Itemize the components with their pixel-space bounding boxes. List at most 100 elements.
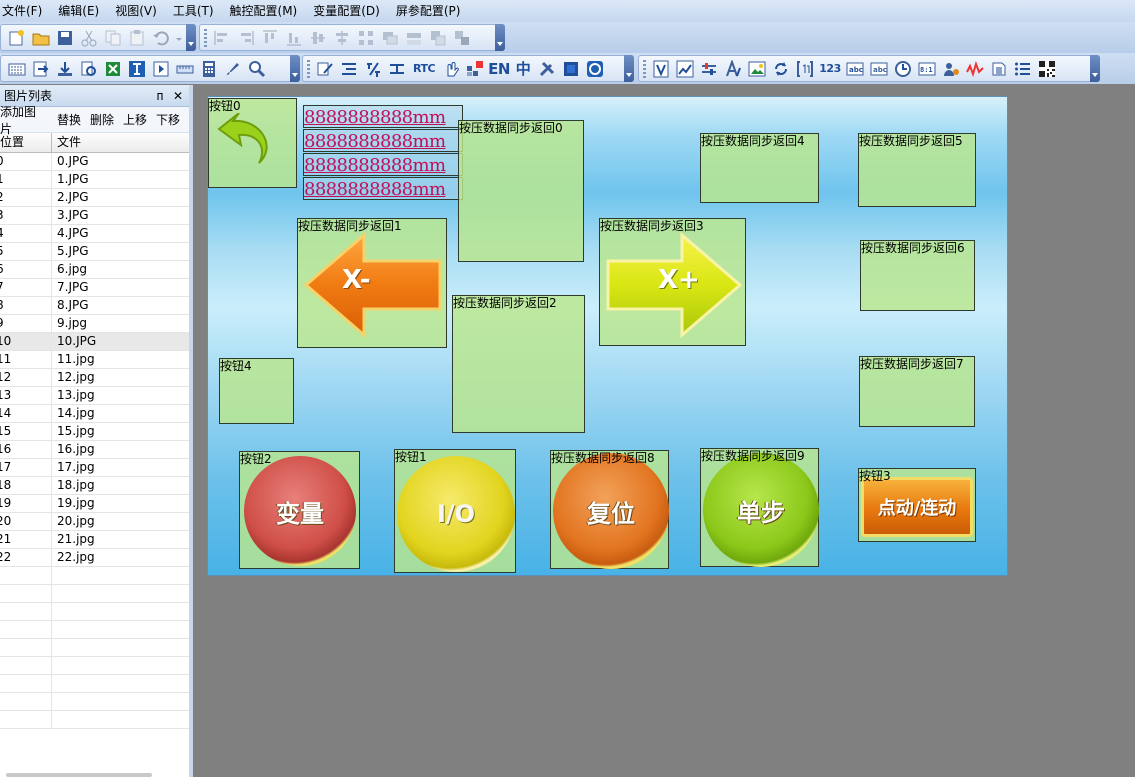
keyboard-icon[interactable]	[7, 59, 27, 79]
clock-icon[interactable]	[893, 59, 913, 79]
edit-text-icon[interactable]	[315, 59, 335, 79]
align-center-icon[interactable]	[332, 28, 352, 48]
list-item[interactable]: 11 11.jpg	[0, 351, 189, 369]
download-icon[interactable]	[55, 59, 75, 79]
text-input-icon[interactable]: abc	[845, 59, 865, 79]
list-item[interactable]: 12 12.jpg	[0, 369, 189, 387]
toolbar-grip[interactable]	[204, 28, 207, 47]
same-size-icon[interactable]	[428, 28, 448, 48]
press-sync-return-7[interactable]: 按压数据同步返回7	[859, 356, 975, 427]
standard-toolbar-overflow[interactable]	[186, 24, 196, 51]
list-item[interactable]: 14 14.jpg	[0, 405, 189, 423]
align-left-icon[interactable]	[212, 28, 232, 48]
toolbar-grip[interactable]	[307, 59, 310, 78]
button-4[interactable]: 按钮4	[219, 358, 294, 424]
toolbar-grip[interactable]	[643, 59, 646, 78]
distribute-icon[interactable]	[356, 28, 376, 48]
column-header-file[interactable]: 文件	[52, 133, 81, 152]
press-sync-return-8[interactable]: 复位 按压数据同步返回8	[550, 450, 669, 569]
datetime-icon[interactable]: 8:1	[917, 59, 937, 79]
user-settings-icon[interactable]	[941, 59, 961, 79]
chart-icon[interactable]	[675, 59, 695, 79]
list-item[interactable]: 3 3.JPG	[0, 207, 189, 225]
preview-icon[interactable]	[79, 59, 99, 79]
align-toolbar-overflow[interactable]	[495, 24, 505, 51]
image-icon[interactable]	[747, 59, 767, 79]
open-folder-icon[interactable]	[31, 28, 51, 48]
number-input-icon[interactable]: 123	[819, 59, 841, 79]
english-icon[interactable]: EN	[488, 59, 510, 79]
paint-icon[interactable]	[223, 59, 243, 79]
button-2[interactable]: 变量 按钮2	[239, 451, 360, 569]
menu-variable-config[interactable]: 变量配置(D)	[305, 0, 388, 22]
font-icon[interactable]	[723, 59, 743, 79]
list-item[interactable]: 13 13.jpg	[0, 387, 189, 405]
panel-icon[interactable]	[989, 59, 1009, 79]
list-item[interactable]: 22 22.jpg	[0, 549, 189, 567]
move-up-button[interactable]: 上移	[123, 111, 147, 128]
press-sync-return-2[interactable]: 按压数据同步返回2	[452, 295, 585, 433]
move-down-button[interactable]: 下移	[156, 111, 180, 128]
list-item[interactable]: 7 7.JPG	[0, 279, 189, 297]
rtc-icon[interactable]: RTC	[411, 59, 437, 79]
delete-image-button[interactable]: 删除	[90, 111, 114, 128]
add-image-button[interactable]: 添加图片	[0, 103, 48, 137]
press-sync-return-5[interactable]: 按压数据同步返回5	[858, 133, 976, 207]
refresh-icon[interactable]	[771, 59, 791, 79]
button-3[interactable]: 点动/连动 按钮3	[858, 468, 976, 542]
align-middle-icon[interactable]	[308, 28, 328, 48]
list-item[interactable]: 9 9.jpg	[0, 315, 189, 333]
horizontal-scrollbar[interactable]	[6, 773, 152, 777]
replace-image-button[interactable]: 替换	[57, 111, 81, 128]
drawing-toolbar-overflow[interactable]	[624, 55, 634, 82]
calculator-icon[interactable]	[199, 59, 219, 79]
list-item[interactable]: 10 10.JPG	[0, 333, 189, 351]
menu-screen-config[interactable]: 屏参配置(P)	[388, 0, 469, 22]
slider-icon[interactable]	[699, 59, 719, 79]
align-right-icon[interactable]	[236, 28, 256, 48]
list-item[interactable]: 21 21.jpg	[0, 531, 189, 549]
same-width-icon[interactable]	[380, 28, 400, 48]
paste-icon[interactable]	[127, 28, 147, 48]
undo-dropdown-icon[interactable]	[175, 28, 183, 48]
press-sync-return-1[interactable]: X- 按压数据同步返回1	[297, 218, 447, 348]
undo-icon[interactable]	[151, 28, 171, 48]
list-item[interactable]: 1 1.JPG	[0, 171, 189, 189]
press-sync-return-0[interactable]: 按压数据同步返回0	[458, 120, 584, 262]
waveform-icon[interactable]	[965, 59, 985, 79]
stop-icon[interactable]	[561, 59, 581, 79]
menu-view[interactable]: 视图(V)	[107, 0, 165, 22]
text-display-icon[interactable]: abc	[869, 59, 889, 79]
excel-icon[interactable]	[103, 59, 123, 79]
list-item[interactable]: 8 8.JPG	[0, 297, 189, 315]
press-sync-return-4[interactable]: 按压数据同步返回4	[700, 133, 819, 203]
numeric-display-4[interactable]: 8888888888mm	[303, 177, 463, 200]
list-item[interactable]: 2 2.JPG	[0, 189, 189, 207]
hand-icon[interactable]	[441, 59, 461, 79]
menu-touch-config[interactable]: 触控配置(M)	[222, 0, 306, 22]
menu-edit[interactable]: 编辑(E)	[50, 0, 107, 22]
fraction-icon[interactable]	[363, 59, 383, 79]
copy-icon[interactable]	[103, 28, 123, 48]
column-header-position[interactable]: 位置	[0, 133, 52, 152]
spacing-icon[interactable]	[387, 59, 407, 79]
press-sync-return-6[interactable]: 按压数据同步返回6	[860, 240, 975, 311]
close-icon[interactable]: ✕	[171, 89, 185, 103]
chinese-icon[interactable]: 中	[513, 59, 533, 79]
list-item[interactable]: 20 20.jpg	[0, 513, 189, 531]
list-icon[interactable]	[1013, 59, 1033, 79]
bracket-number-icon[interactable]	[795, 59, 815, 79]
record-icon[interactable]	[585, 59, 605, 79]
ruler-icon[interactable]	[175, 59, 195, 79]
button-0[interactable]: 按钮0	[208, 98, 297, 188]
grid-badge-icon[interactable]	[465, 59, 485, 79]
list-item[interactable]: 4 4.JPG	[0, 225, 189, 243]
press-sync-return-9[interactable]: 单步 按压数据同步返回9	[700, 448, 819, 567]
list-item[interactable]: 16 16.jpg	[0, 441, 189, 459]
group-icon[interactable]	[452, 28, 472, 48]
save-icon[interactable]	[55, 28, 75, 48]
menu-tools[interactable]: 工具(T)	[165, 0, 222, 22]
widget-toolbar-overflow[interactable]	[1090, 55, 1100, 82]
list-item[interactable]: 15 15.jpg	[0, 423, 189, 441]
play-icon[interactable]	[151, 59, 171, 79]
